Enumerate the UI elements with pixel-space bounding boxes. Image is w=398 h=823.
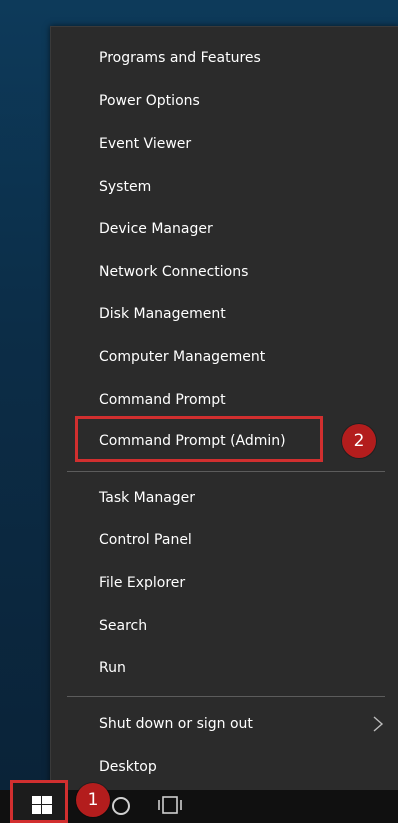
menu-item-label: Shut down or sign out (99, 716, 253, 732)
menu-item-file-explorer[interactable]: File Explorer (51, 562, 398, 604)
task-view-icon[interactable] (157, 795, 183, 815)
cortana-circle-icon[interactable] (112, 797, 130, 815)
menu-item-label: Command Prompt (99, 392, 226, 408)
menu-item-search[interactable]: Search (51, 605, 398, 647)
chevron-right-icon (373, 716, 384, 732)
menu-item-command-prompt[interactable]: Command Prompt (51, 379, 398, 421)
menu-item-label: File Explorer (99, 575, 186, 591)
menu-separator (67, 471, 385, 472)
menu-item-label: Search (99, 618, 148, 634)
menu-item-label: Run (99, 660, 126, 676)
menu-item-label: Network Connections (99, 264, 249, 280)
menu-item-label: Disk Management (99, 306, 226, 322)
start-button[interactable] (10, 780, 68, 823)
menu-item-task-manager[interactable]: Task Manager (51, 477, 398, 519)
menu-item-shut-down-or-sign-out[interactable]: Shut down or sign out (51, 703, 398, 745)
menu-item-desktop[interactable]: Desktop (51, 746, 398, 788)
menu-item-label: Computer Management (99, 349, 266, 365)
highlight-box-command-prompt-admin (75, 416, 323, 462)
menu-item-event-viewer[interactable]: Event Viewer (51, 123, 398, 165)
menu-item-programs-and-features[interactable]: Programs and Features (51, 37, 398, 79)
step-1-badge: 1 (76, 783, 110, 817)
menu-item-label: System (99, 179, 152, 195)
menu-item-run[interactable]: Run (51, 647, 398, 689)
menu-item-label: Power Options (99, 93, 200, 109)
menu-item-disk-management[interactable]: Disk Management (51, 293, 398, 335)
windows-logo-icon (32, 796, 52, 814)
menu-item-system[interactable]: System (51, 166, 398, 208)
menu-separator (67, 696, 385, 697)
menu-item-device-manager[interactable]: Device Manager (51, 208, 398, 250)
menu-item-control-panel[interactable]: Control Panel (51, 519, 398, 561)
menu-item-label: Desktop (99, 759, 157, 775)
menu-item-computer-management[interactable]: Computer Management (51, 336, 398, 378)
menu-item-label: Device Manager (99, 221, 213, 237)
menu-item-label: Programs and Features (99, 50, 261, 66)
power-user-menu: Programs and Features Power Options Even… (50, 26, 398, 791)
menu-item-label: Task Manager (99, 490, 196, 506)
menu-item-network-connections[interactable]: Network Connections (51, 251, 398, 293)
menu-item-label: Event Viewer (99, 136, 192, 152)
step-2-badge: 2 (342, 424, 376, 458)
menu-item-label: Control Panel (99, 532, 192, 548)
menu-item-power-options[interactable]: Power Options (51, 80, 398, 122)
